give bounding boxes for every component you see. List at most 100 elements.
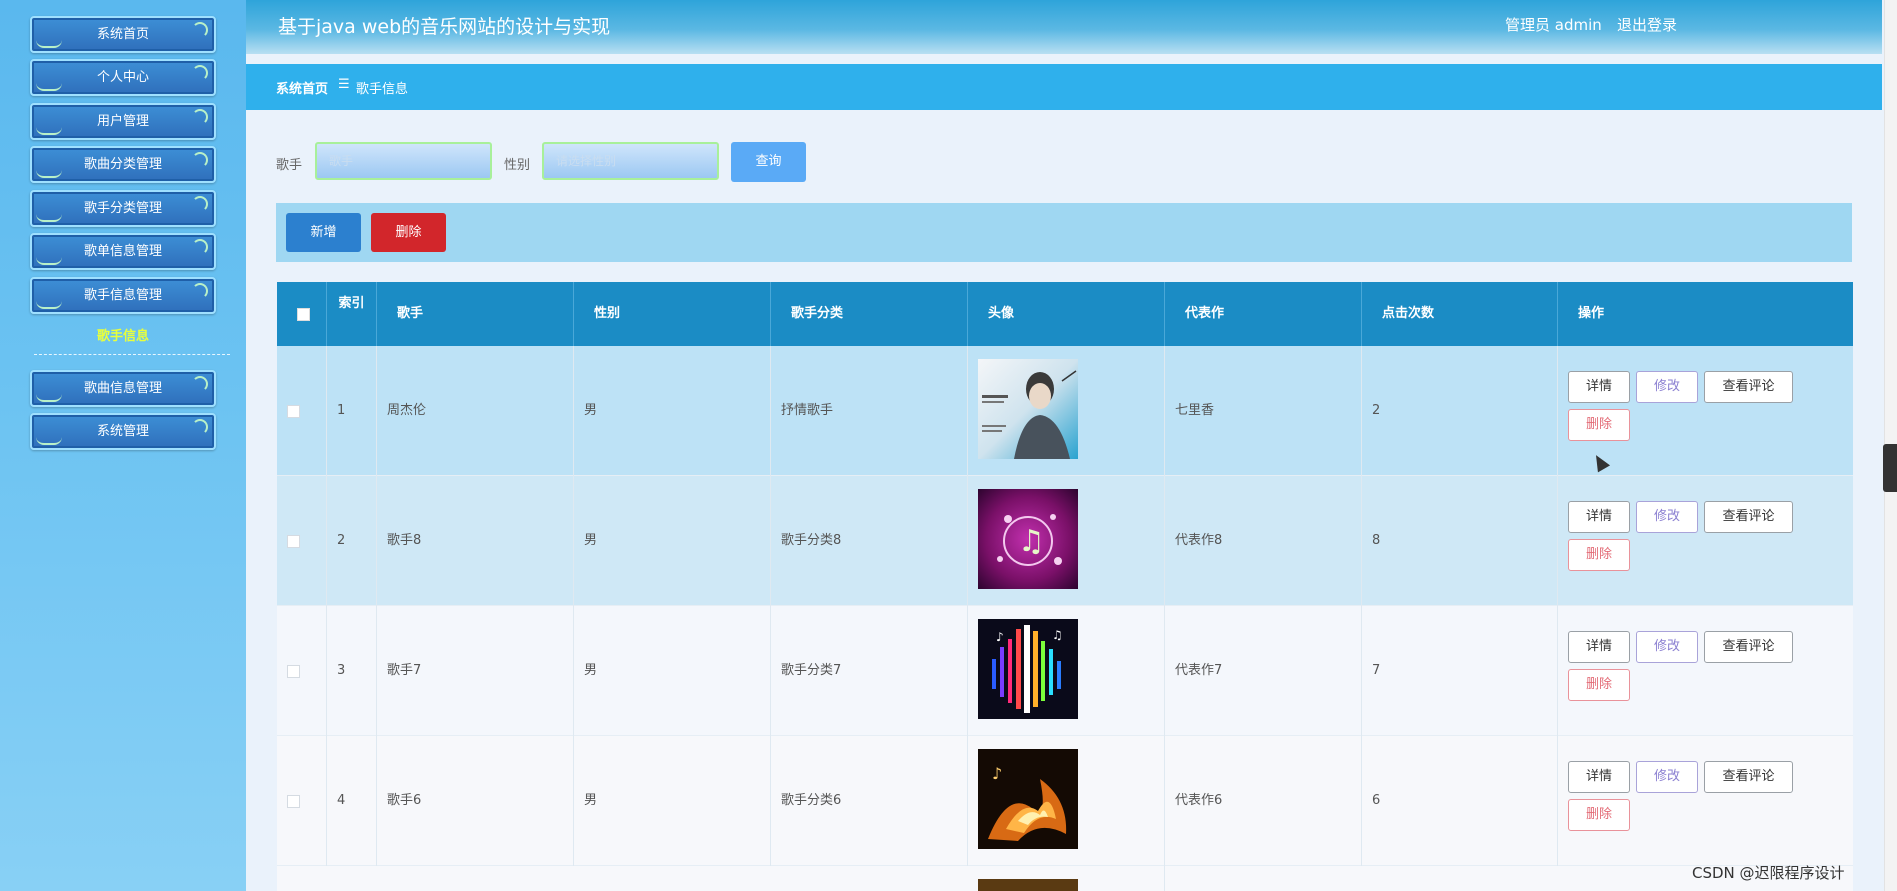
edit-button[interactable]: 修改 (1636, 371, 1698, 403)
row-check-cell (277, 346, 327, 476)
sidebar-item-singer-info[interactable]: 歌手信息管理 (30, 277, 216, 314)
edit-button[interactable]: 修改 (1636, 761, 1698, 793)
edit-button[interactable]: 修改 (1636, 501, 1698, 533)
row-avatar-cell: ♫ (968, 476, 1165, 606)
delete-button[interactable]: 删除 (1568, 409, 1630, 441)
table-row[interactable]: 1 周杰伦 男 抒情歌手 七里香 2 详情 修改 查看评论 删除 (277, 346, 1853, 476)
decor-icon (36, 301, 62, 309)
side-collapse-handle[interactable] (1883, 444, 1897, 492)
top-header: 基于java web的音乐网站的设计与实现 管理员 admin 退出登录 (246, 0, 1882, 54)
sidebar-item-label: 歌单信息管理 (83, 244, 162, 259)
query-button[interactable]: 查询 (731, 142, 806, 182)
row-clicks: 7 (1362, 606, 1558, 736)
row-index: 3 (327, 606, 377, 736)
music-equalizer-icon: ♪ ♫ (978, 619, 1078, 719)
sidebar-item-playlist[interactable]: 歌单信息管理 (30, 233, 216, 270)
logout-link[interactable]: 退出登录 (1617, 14, 1677, 35)
delete-button[interactable]: 删除 (1568, 669, 1630, 701)
batch-delete-button[interactable]: 删除 (371, 213, 446, 252)
row-category: 歌手分类6 (771, 736, 968, 866)
view-comments-button[interactable]: 查看评论 (1704, 631, 1793, 663)
site-title: 基于java web的音乐网站的设计与实现 (278, 16, 611, 38)
row-check-cell (277, 736, 327, 866)
decor-icon (36, 257, 62, 265)
col-avatar: 头像 (968, 282, 1165, 346)
sidebar-item-home[interactable]: 系统首页 (30, 16, 216, 53)
sidebar-item-singer-category[interactable]: 歌手分类管理 (30, 190, 216, 227)
sidebar: 系统首页 个人中心 用户管理 歌曲分类管理 歌手分类管理 歌单信息管理 歌手信息… (0, 0, 246, 891)
sidebar-item-label: 歌手信息管理 (83, 288, 162, 303)
action-toolbar: 新增 删除 (276, 203, 1852, 262)
row-checkbox[interactable] (287, 795, 300, 808)
row-category: 歌手分类7 (771, 606, 968, 736)
gender-select[interactable]: 请选择性别 (542, 142, 719, 180)
singer-portrait-icon (978, 359, 1078, 459)
col-work[interactable]: 代表作 (1165, 282, 1362, 346)
row-work: 代表作6 (1165, 736, 1362, 866)
row-avatar-cell: ♪ (968, 736, 1165, 866)
row-singer: 歌手8 (377, 476, 574, 606)
row-gender: 男 (574, 606, 771, 736)
detail-button[interactable]: 详情 (1568, 761, 1630, 793)
table-row[interactable] (277, 866, 1853, 891)
chevron-icon (192, 65, 208, 81)
sidebar-item-label: 歌曲分类管理 (83, 157, 162, 172)
row-singer: 歌手6 (377, 736, 574, 866)
decor-icon (36, 40, 62, 48)
sidebar-item-label: 歌曲信息管理 (83, 381, 162, 396)
music-flame-icon: ♪ (978, 749, 1078, 849)
table-row[interactable]: 2 歌手8 男 歌手分类8 ♫ 代表作8 8 详情 修改 查看评论 删除 (277, 476, 1853, 606)
chevron-icon (192, 376, 208, 392)
row-work: 代表作7 (1165, 606, 1362, 736)
delete-button[interactable]: 删除 (1568, 799, 1630, 831)
row-checkbox[interactable] (287, 535, 300, 548)
row-singer: 歌手7 (377, 606, 574, 736)
sidebar-divider (34, 354, 230, 355)
row-actions: 详情 修改 查看评论 删除 (1558, 736, 1853, 866)
svg-text:♪: ♪ (992, 764, 1002, 783)
view-comments-button[interactable]: 查看评论 (1704, 371, 1793, 403)
chevron-icon (192, 22, 208, 38)
edit-button[interactable]: 修改 (1636, 631, 1698, 663)
row-clicks: 8 (1362, 476, 1558, 606)
sidebar-item-label: 歌手分类管理 (83, 201, 162, 216)
singer-filter-label: 歌手 (276, 158, 303, 173)
delete-button[interactable]: 删除 (1568, 539, 1630, 571)
view-comments-button[interactable]: 查看评论 (1704, 501, 1793, 533)
detail-button[interactable]: 详情 (1568, 371, 1630, 403)
row-check-cell (277, 476, 327, 606)
svg-text:♫: ♫ (1018, 524, 1045, 559)
col-index: 索引 (327, 282, 377, 346)
singer-search-input[interactable]: 歌手 (315, 142, 492, 180)
sidebar-item-profile[interactable]: 个人中心 (30, 59, 216, 96)
sidebar-item-song-category[interactable]: 歌曲分类管理 (30, 146, 216, 183)
view-comments-button[interactable]: 查看评论 (1704, 761, 1793, 793)
table-row[interactable]: 4 歌手6 男 歌手分类6 ♪ 代表作6 6 详情 修改 查看评论 删除 (277, 736, 1853, 866)
col-clicks[interactable]: 点击次数 (1362, 282, 1558, 346)
col-actions: 操作 (1578, 306, 1605, 321)
decor-icon (36, 127, 62, 135)
row-checkbox[interactable] (287, 405, 300, 418)
col-singer[interactable]: 歌手 (377, 282, 574, 346)
row-index: 1 (327, 346, 377, 476)
row-checkbox[interactable] (287, 665, 300, 678)
sidebar-subitem-singer-info[interactable]: 歌手信息 (30, 325, 216, 344)
sidebar-item-system[interactable]: 系统管理 (30, 413, 216, 450)
breadcrumb-home[interactable]: 系统首页 (276, 78, 328, 97)
table-row[interactable]: 3 歌手7 男 歌手分类7 ♪ ♫ 代表作7 7 详情 修改 查看评论 删除 (277, 606, 1853, 736)
row-actions: 详情 修改 查看评论 删除 (1558, 476, 1853, 606)
user-label: 管理员 admin (1505, 16, 1602, 34)
decor-icon (36, 170, 62, 178)
row-category: 抒情歌手 (771, 346, 968, 476)
sidebar-item-users[interactable]: 用户管理 (30, 103, 216, 140)
select-all-checkbox[interactable] (297, 308, 310, 321)
sidebar-item-song-info[interactable]: 歌曲信息管理 (30, 370, 216, 407)
breadcrumb-current: 歌手信息 (356, 82, 409, 97)
col-category[interactable]: 歌手分类 (771, 282, 968, 346)
detail-button[interactable]: 详情 (1568, 501, 1630, 533)
detail-button[interactable]: 详情 (1568, 631, 1630, 663)
svg-text:♪: ♪ (996, 630, 1004, 644)
add-button[interactable]: 新增 (286, 213, 361, 252)
col-gender[interactable]: 性别 (574, 282, 771, 346)
chevron-icon (192, 239, 208, 255)
